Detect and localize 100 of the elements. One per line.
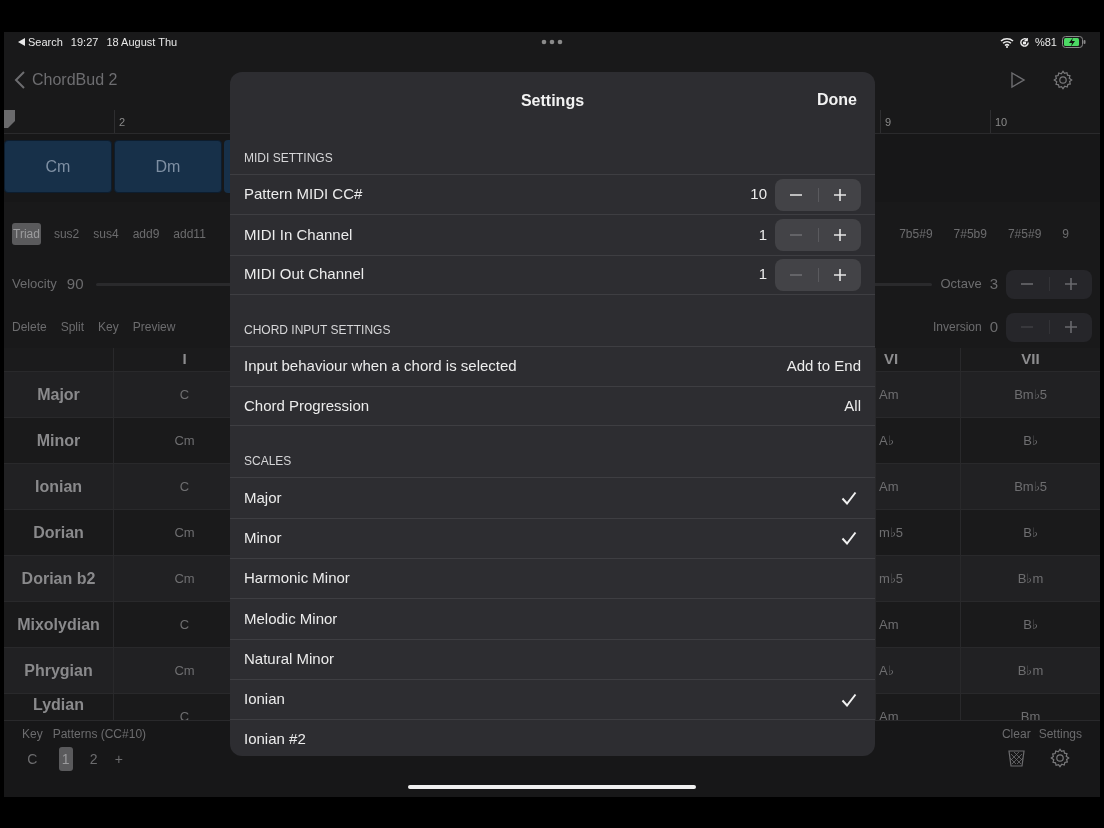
setting-value: 1	[758, 264, 767, 285]
chord-type-tab[interactable]: sus4	[92, 223, 120, 245]
section-header: MIDI SETTINGS	[244, 150, 333, 167]
section-header: SCALES	[244, 453, 292, 471]
key-label: Key	[22, 726, 43, 743]
chord-cell[interactable]: Am	[879, 476, 899, 497]
chevron-left-icon[interactable]	[14, 71, 26, 89]
multitasking-dots-icon[interactable]	[541, 39, 563, 45]
stepper[interactable]	[775, 178, 861, 211]
chord-cell[interactable]: Cm	[174, 568, 195, 589]
wifi-icon	[999, 36, 1014, 48]
chord-cell[interactable]: Bm	[1020, 706, 1041, 720]
velocity-value: 90	[66, 273, 84, 294]
chord-type-tab[interactable]: 7#5#9	[1006, 223, 1043, 245]
chord-cell[interactable]: Cm	[174, 660, 195, 681]
scale-name[interactable]: Major	[37, 382, 80, 407]
scale-name[interactable]: Phrygian	[24, 658, 93, 683]
scale-name[interactable]: Mixolydian	[17, 612, 100, 637]
trash-icon[interactable]	[1007, 749, 1025, 767]
setting-value-button[interactable]: Add to End	[786, 355, 861, 378]
chord-type-tab[interactable]: add11	[172, 223, 207, 245]
add-pattern-button[interactable]: +	[114, 747, 123, 771]
setting-label: Pattern MIDI CC#	[244, 184, 363, 205]
bar-number: 10	[995, 116, 1008, 128]
setting-label: Melodic Minor	[244, 608, 338, 629]
column-header: VI	[884, 349, 899, 370]
chord-cell[interactable]: Cm	[174, 430, 195, 451]
pattern-tab[interactable]: 1	[58, 747, 73, 771]
chord-cell[interactable]: C	[179, 614, 190, 635]
setting-value-button[interactable]: All	[844, 395, 861, 418]
play-icon[interactable]	[1010, 71, 1026, 89]
chord-cell[interactable]: Bm♭5	[1014, 476, 1047, 497]
chord-type-tab[interactable]: 7#5b9	[952, 223, 988, 245]
playhead-marker-icon[interactable]	[4, 110, 16, 130]
settings-label: Settings	[1038, 726, 1082, 743]
chord-cell[interactable]: m♭5	[879, 522, 904, 543]
setting-label: Major	[244, 487, 282, 508]
pattern-tab[interactable]: 2	[86, 747, 101, 771]
setting-label: Minor	[244, 528, 282, 549]
clear-label: Clear	[1001, 726, 1031, 743]
setting-label: Input behaviour when a chord is selected	[244, 356, 517, 377]
chord-cell[interactable]: Bm♭5	[1014, 384, 1047, 405]
chord-cell[interactable]: B♭	[1023, 430, 1038, 451]
chord-block[interactable]: Dm	[114, 140, 222, 193]
chord-type-tab[interactable]: add9	[131, 223, 161, 245]
chord-cell[interactable]: m♭5	[879, 568, 904, 589]
chord-cell[interactable]: B♭	[1023, 614, 1038, 635]
settings-icon[interactable]	[1049, 747, 1072, 769]
setting-value: 1	[758, 224, 767, 245]
battery-percent: %81	[1034, 34, 1057, 50]
chord-cell[interactable]: Am	[879, 384, 899, 405]
setting-label: Ionian #2	[244, 729, 306, 750]
patterns-label: Patterns (CC#10)	[52, 726, 147, 743]
chord-type-tab[interactable]: Triad	[12, 223, 41, 245]
scale-name[interactable]: Lydian	[33, 695, 84, 715]
chord-cell[interactable]: Am	[879, 706, 899, 720]
chord-cell[interactable]: C	[179, 384, 190, 405]
chord-cell[interactable]: Am	[879, 614, 899, 635]
edit-action-button[interactable]: Preview	[132, 318, 176, 336]
octave-label: Octave	[940, 275, 982, 294]
column-header: VII	[1021, 349, 1040, 370]
chord-type-tab[interactable]: sus2	[52, 223, 81, 245]
scale-name[interactable]: Ionian	[34, 474, 83, 499]
edit-action-button[interactable]: Split	[60, 318, 85, 336]
edit-action-button[interactable]: Delete	[12, 318, 47, 336]
chord-cell[interactable]: A♭	[879, 430, 894, 451]
chord-cell[interactable]: Cm	[174, 522, 195, 543]
back-to-search-link[interactable]: Search	[18, 33, 63, 51]
settings-icon[interactable]	[1052, 69, 1074, 91]
back-button[interactable]: ChordBud 2	[14, 68, 118, 92]
done-button[interactable]: Done	[817, 88, 857, 112]
velocity-label: Velocity	[12, 275, 57, 294]
rotation-lock-icon	[1018, 36, 1030, 48]
scale-name[interactable]: Dorian	[33, 520, 84, 545]
chord-block[interactable]: Cm	[4, 140, 112, 193]
bar-number: 2	[119, 116, 126, 128]
chord-type-tab[interactable]: 9	[1061, 223, 1070, 245]
inversion-label: Inversion	[932, 319, 982, 336]
chord-cell[interactable]: C	[179, 476, 190, 497]
setting-label: MIDI Out Channel	[244, 264, 365, 285]
chord-cell[interactable]: B♭m	[1017, 660, 1044, 681]
chord-cell[interactable]: B♭m	[1017, 568, 1044, 589]
chord-cell[interactable]: A♭	[879, 660, 894, 681]
column-header: I	[182, 349, 187, 370]
inversion-value: 0	[989, 316, 998, 337]
setting-label: Harmonic Minor	[244, 568, 350, 589]
scale-name[interactable]: Minor	[36, 428, 81, 453]
back-triangle-icon[interactable]	[18, 38, 25, 46]
battery-charging-icon	[1062, 36, 1086, 48]
chord-cell[interactable]: C	[179, 706, 190, 720]
octave-value: 3	[989, 273, 998, 294]
edit-action-button[interactable]: Key	[98, 318, 119, 336]
setting-value: 10	[750, 184, 767, 205]
chord-type-tab[interactable]: 7b5#9	[898, 223, 934, 245]
setting-label: Ionian	[244, 689, 285, 710]
clock-time: 19:27	[70, 34, 99, 50]
root-note-button[interactable]: C	[27, 747, 38, 771]
chord-cell[interactable]: B♭	[1023, 522, 1038, 543]
setting-label: MIDI In Channel	[244, 224, 353, 245]
scale-name[interactable]: Dorian b2	[21, 566, 96, 591]
